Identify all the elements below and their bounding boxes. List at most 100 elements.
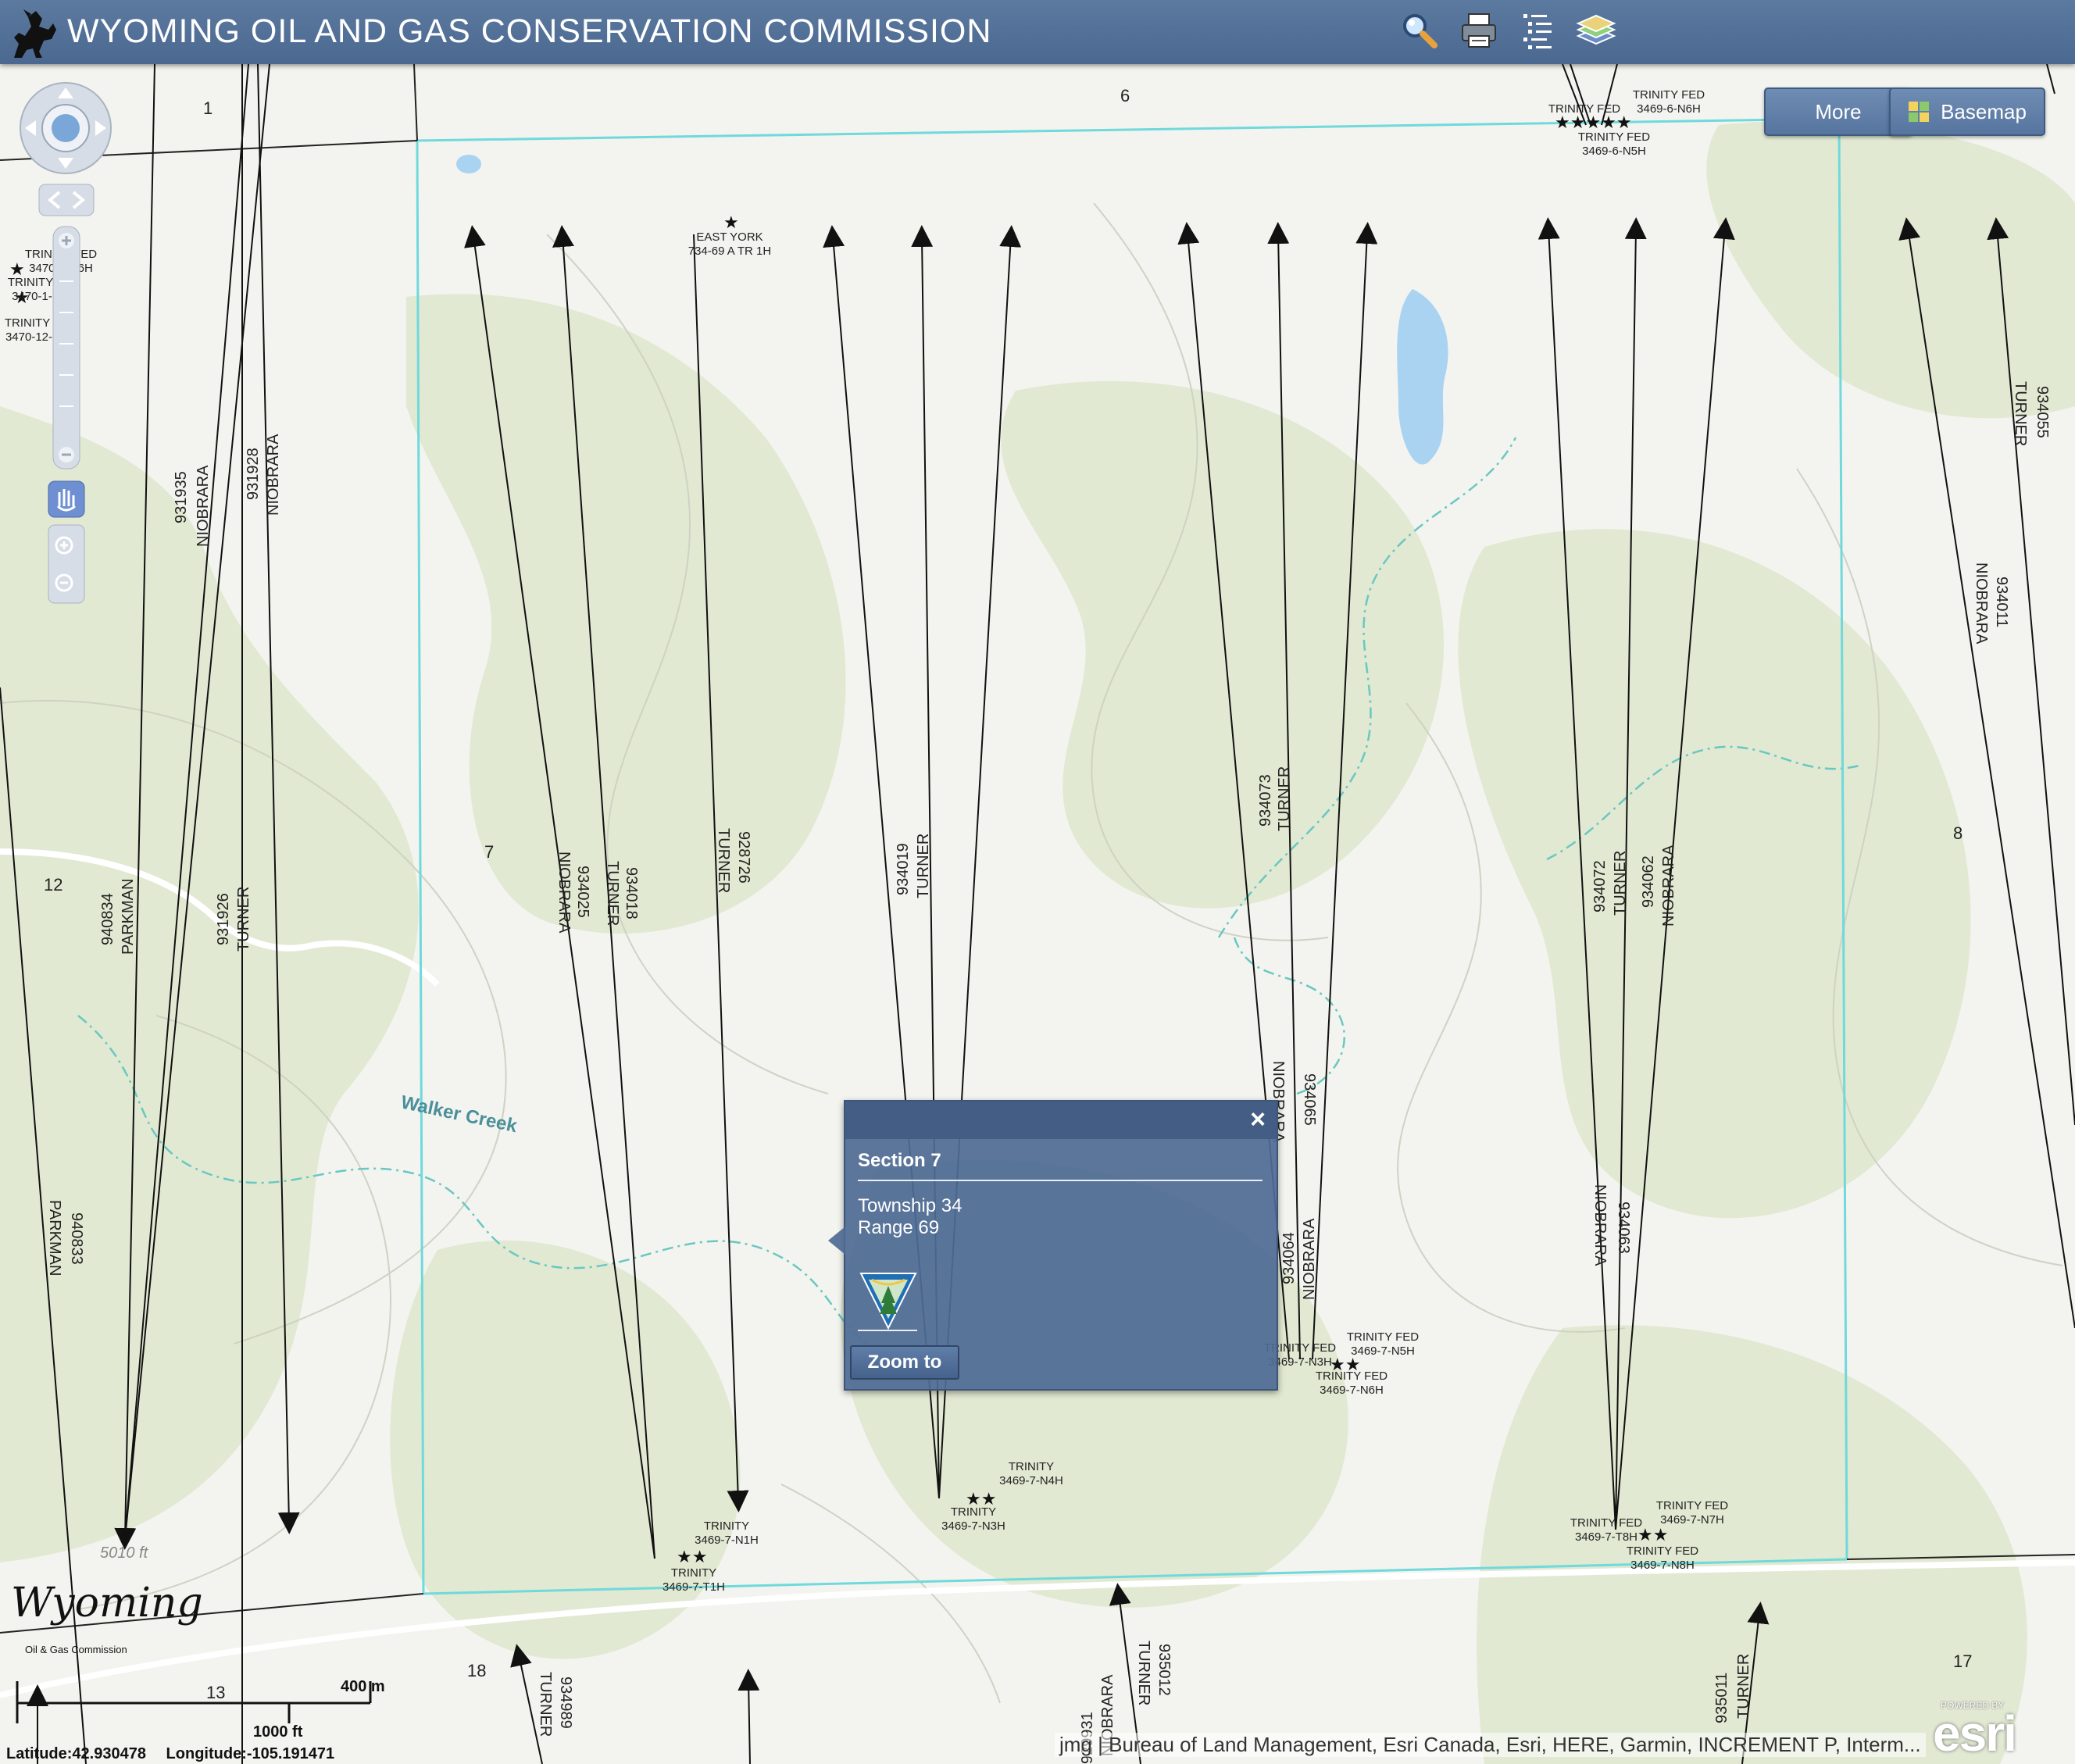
- popup-divider-short: [858, 1330, 917, 1331]
- search-icon[interactable]: [1398, 9, 1441, 52]
- svg-text:TURNER: TURNER: [1276, 766, 1293, 831]
- elevation-label: 5010 ft: [100, 1544, 149, 1562]
- svg-text:NIOBRARA: NIOBRARA: [1591, 1184, 1609, 1266]
- app-title: WYOMING OIL AND GAS CONSERVATION COMMISS…: [67, 12, 992, 50]
- svg-text:928726: 928726: [735, 831, 752, 884]
- svg-text:940834: 940834: [99, 893, 116, 945]
- map-canvas[interactable]: ★ ★ ★ ★★ ★★ ★★ ★★ ★★★★★ 1 6 7 8 12 13 17 …: [0, 64, 2075, 1764]
- svg-text:934011: 934011: [1993, 577, 2010, 627]
- svg-text:934072: 934072: [1591, 860, 1609, 912]
- svg-text:934064: 934064: [1280, 1232, 1298, 1284]
- creek-label: Walker Creek: [399, 1091, 520, 1137]
- svg-text:1: 1: [203, 98, 212, 118]
- svg-text:18: 18: [467, 1661, 486, 1680]
- svg-text:NIOBRARA: NIOBRARA: [555, 852, 573, 934]
- svg-text:934018: 934018: [623, 867, 640, 919]
- map-attribution: jmg | Bureau of Land Management, Esri Ca…: [1055, 1733, 1926, 1757]
- svg-text:TURNER: TURNER: [537, 1672, 554, 1737]
- svg-text:931926: 931926: [215, 893, 232, 945]
- svg-text:TRINITY FED: TRINITY FED: [1548, 102, 1620, 116]
- svg-text:TURNER: TURNER: [915, 834, 932, 898]
- zoom-box-buttons[interactable]: [48, 524, 85, 604]
- svg-text:17: 17: [1953, 1652, 1972, 1671]
- svg-text:7: 7: [484, 842, 494, 862]
- svg-text:EAST YORK: EAST YORK: [696, 230, 762, 244]
- longitude-readout: Longitude:-105.191471: [166, 1745, 335, 1762]
- svg-text:NIOBRARA: NIOBRARA: [1660, 845, 1677, 927]
- popup-titlebar: ×: [845, 1102, 1277, 1139]
- svg-text:TURNER: TURNER: [715, 828, 732, 893]
- svg-text:NIOBRARA: NIOBRARA: [1301, 1218, 1318, 1300]
- zoom-to-button[interactable]: Zoom to: [850, 1345, 959, 1380]
- svg-text:3469-7-N8H: 3469-7-N8H: [1630, 1559, 1695, 1572]
- prev-next-extent[interactable]: [38, 184, 95, 216]
- basemap-grid-icon: [1909, 102, 1930, 122]
- svg-text:935011: 935011: [1713, 1673, 1730, 1723]
- svg-text:TURNER: TURNER: [1735, 1654, 1752, 1719]
- svg-text:TRINITY: TRINITY: [951, 1505, 996, 1519]
- svg-text:TRINITY FED: TRINITY FED: [1316, 1369, 1388, 1383]
- popup-township: Township 34: [858, 1195, 962, 1216]
- pan-mode-hand-icon[interactable]: [48, 480, 85, 518]
- blm-shield-logo-icon: [859, 1273, 917, 1330]
- svg-text:NIOBRARA: NIOBRARA: [265, 434, 282, 516]
- layers-icon[interactable]: [1575, 9, 1617, 52]
- svg-text:934065: 934065: [1301, 1073, 1318, 1126]
- svg-text:TRINITY: TRINITY: [1009, 1460, 1054, 1473]
- cursor-coordinates: Latitude:42.930478 Longitude:-105.191471: [6, 1745, 350, 1763]
- scale-bar: [16, 1681, 372, 1723]
- svg-text:934055: 934055: [2034, 386, 2051, 438]
- svg-text:3469-6-N5H: 3469-6-N5H: [1582, 145, 1646, 158]
- legend-list-icon[interactable]: [1519, 9, 1561, 52]
- svg-text:934989: 934989: [557, 1677, 574, 1729]
- print-icon[interactable]: [1458, 9, 1500, 52]
- svg-text:TRINITY: TRINITY: [671, 1566, 716, 1580]
- svg-text:3469-7-T1H: 3469-7-T1H: [662, 1580, 725, 1594]
- svg-text:TRINITY FED: TRINITY FED: [1627, 1544, 1698, 1558]
- close-icon[interactable]: ×: [1250, 1105, 1266, 1135]
- svg-text:3469-7-N5H: 3469-7-N5H: [1351, 1344, 1415, 1358]
- svg-text:935012: 935012: [1155, 1644, 1173, 1696]
- svg-text:3469-7-T8H: 3469-7-T8H: [1575, 1530, 1638, 1544]
- esri-logo[interactable]: POWERED BY esri: [1933, 1700, 2039, 1762]
- svg-text:3469-7-N3H: 3469-7-N3H: [941, 1519, 1005, 1533]
- svg-text:TRINITY FED: TRINITY FED: [1578, 130, 1650, 144]
- svg-text:TRINITY FED: TRINITY FED: [1656, 1499, 1728, 1512]
- logo-subtext: Oil & Gas Commission: [25, 1644, 127, 1655]
- svg-text:PARKMAN: PARKMAN: [120, 879, 137, 955]
- svg-text:TRINITY FED: TRINITY FED: [1347, 1330, 1419, 1344]
- basemap-layer: ★ ★★ ★★ ★★ ★★ ★★ ★★★★★ 1 6 7 8 12 13 17 …: [0, 64, 2075, 1764]
- svg-text:NIOBRARA: NIOBRARA: [1973, 562, 1990, 645]
- more-label: More: [1815, 99, 1862, 123]
- svg-text:6: 6: [1120, 86, 1130, 105]
- svg-text:3469-7-N4H: 3469-7-N4H: [999, 1474, 1063, 1487]
- svg-text:931935: 931935: [173, 471, 190, 523]
- popup-divider: [858, 1180, 1262, 1181]
- svg-text:734-69 A TR 1H: 734-69 A TR 1H: [688, 245, 771, 258]
- bucking-horse-logo-icon: [14, 9, 56, 58]
- scale-metric-label: 400 m: [341, 1678, 385, 1695]
- svg-text:931928: 931928: [245, 448, 262, 500]
- svg-text:TURNER: TURNER: [604, 861, 621, 926]
- svg-text:TURNER: TURNER: [235, 887, 252, 952]
- svg-text:TRINITY: TRINITY: [704, 1519, 749, 1533]
- logo-script-text: Wyoming: [11, 1580, 203, 1627]
- popup-pointer: [828, 1227, 845, 1255]
- svg-text:NIOBRARA: NIOBRARA: [195, 465, 212, 547]
- zoom-slider[interactable]: [52, 226, 80, 470]
- svg-text:934019: 934019: [895, 843, 912, 895]
- wyoming-ogcc-logo: Wyoming Oil & Gas Commission: [11, 1580, 203, 1658]
- latitude-readout: Latitude:42.930478: [6, 1745, 146, 1762]
- svg-text:934073: 934073: [1257, 774, 1274, 827]
- svg-text:934062: 934062: [1640, 855, 1657, 908]
- basemap-button[interactable]: Basemap: [1889, 87, 2045, 136]
- popup-range: Range 69: [858, 1217, 940, 1238]
- svg-text:3469-6-N6H: 3469-6-N6H: [1637, 102, 1701, 116]
- pan-compass[interactable]: [20, 82, 112, 174]
- svg-text:TURNER: TURNER: [1612, 851, 1629, 916]
- map-navigation-widget[interactable]: [16, 78, 141, 625]
- svg-text:★★: ★★: [677, 1548, 707, 1567]
- svg-text:TRINITY FED: TRINITY FED: [1633, 88, 1705, 102]
- section-info-popup: × Section 7 Township 34 Range 69 Zoom to: [828, 1100, 1278, 1391]
- svg-text:12: 12: [44, 875, 62, 894]
